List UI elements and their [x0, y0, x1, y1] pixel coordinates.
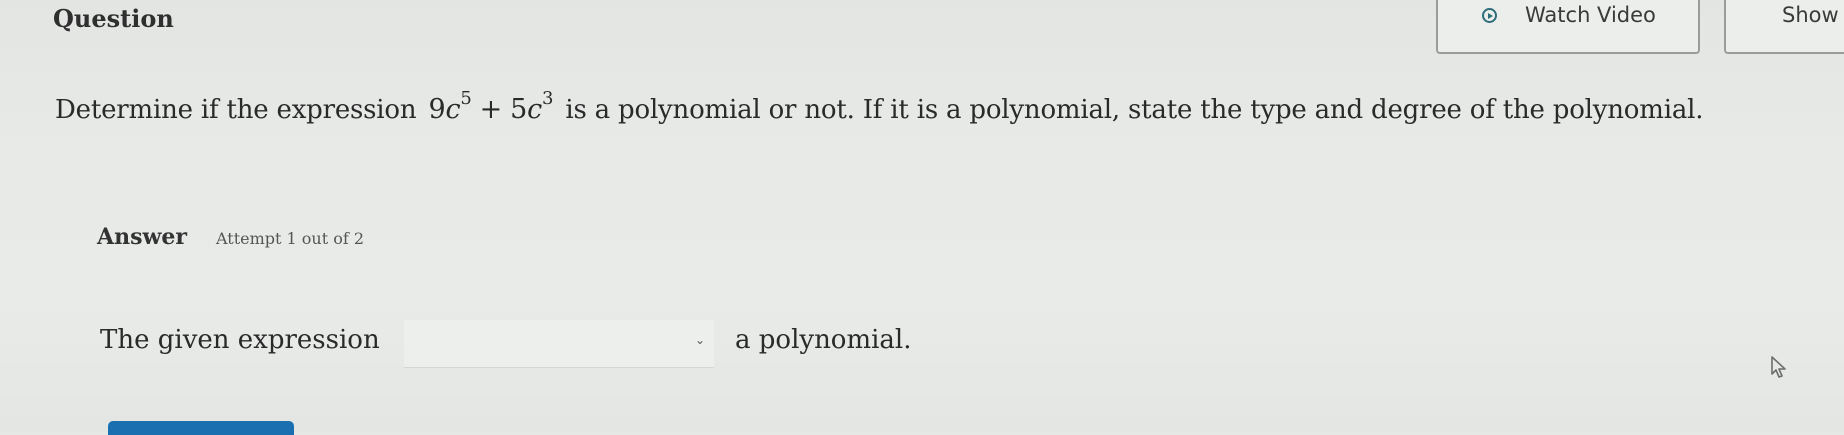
question-prompt: Determine if the expression 9c5 +5c3 is a…: [55, 88, 1704, 125]
watch-video-label: Watch Video: [1525, 3, 1656, 27]
chevron-down-icon: ⌄: [695, 333, 706, 347]
mouse-pointer-icon: [1771, 356, 1786, 378]
watch-video-button[interactable]: Watch Video: [1436, 0, 1700, 54]
show-examples-label: Show E: [1782, 3, 1844, 27]
plus-operator: +: [479, 94, 503, 125]
term1-variable: c: [445, 94, 461, 125]
term1-exponent: 5: [460, 88, 472, 109]
term1-coefficient: 9: [428, 94, 446, 125]
answer-sentence-before: The given expression: [100, 325, 380, 355]
prompt-text-after: is a polynomial or not. If it is a polyn…: [565, 95, 1704, 125]
answer-sentence-after: a polynomial.: [735, 325, 912, 355]
attempt-counter: Attempt 1 out of 2: [216, 229, 365, 248]
question-heading: Question: [53, 4, 174, 33]
term2-exponent: 3: [542, 88, 554, 109]
question-page: Question Watch Video Show E Determine if…: [0, 0, 1844, 435]
answer-heading: Answer: [97, 224, 187, 250]
term2-variable: c: [527, 94, 543, 125]
polynomial-select-dropdown[interactable]: ⌄: [404, 320, 714, 368]
submit-answer-button[interactable]: [108, 421, 294, 435]
prompt-text-before: Determine if the expression: [55, 95, 417, 125]
term2-coefficient: 5: [510, 94, 528, 125]
show-examples-button[interactable]: Show E: [1724, 0, 1844, 54]
expression-math: 9c5 +5c3: [428, 88, 554, 125]
play-circle-icon: [1482, 8, 1497, 23]
